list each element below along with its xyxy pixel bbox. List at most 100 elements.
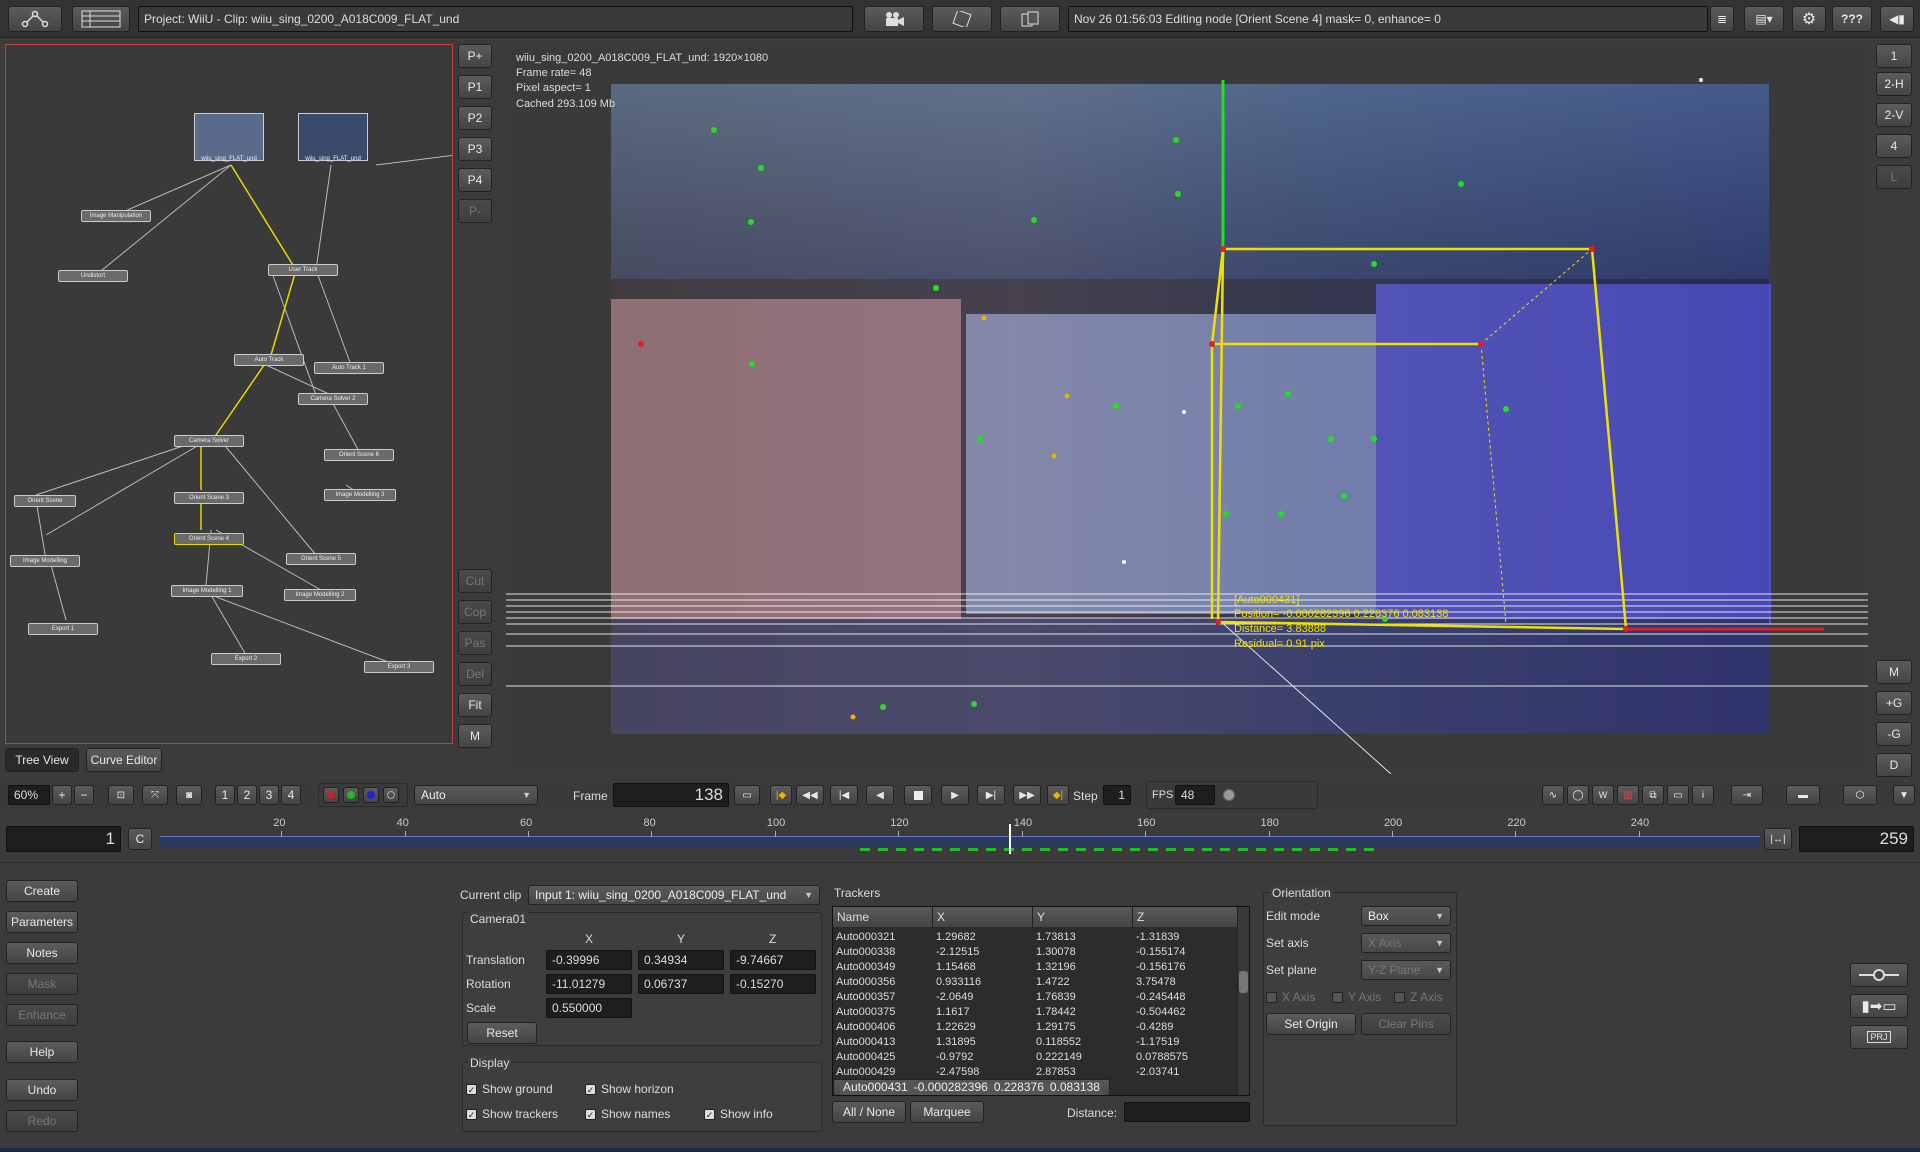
tree-side-button-10[interactable]: Del [458,662,492,686]
table-button[interactable]: ▤▾ [1744,6,1784,32]
show-frame-button[interactable]: ▭ [734,785,760,805]
table-row[interactable]: Auto000431 -0.000282396 0.228376 0.083138 [833,1079,1110,1095]
prev-key-button[interactable]: |◆ [770,785,792,805]
color-tool-button[interactable]: ▥ [1617,785,1639,805]
set-origin-button[interactable]: Set Origin [1266,1013,1356,1035]
header-z[interactable]: Z [1133,907,1239,927]
table-row[interactable]: Auto000349 1.15468 1.32196 -0.156176 [833,959,1239,974]
slider-tool-button[interactable] [1850,963,1908,987]
scale-field[interactable]: 0.550000 [546,998,632,1018]
header-name[interactable]: Name [833,907,933,927]
menu-button-parameters[interactable]: Parameters [6,911,78,933]
tree-node[interactable]: Export 1 [28,623,98,635]
tree-side-button-12[interactable]: M [458,724,492,748]
go-start-button[interactable]: |◀ [830,785,858,805]
show-trackers-checkbox[interactable]: ✓ Show trackers [466,1107,558,1121]
tree-side-button-11[interactable]: Fit [458,693,492,717]
view-button-4[interactable]: 4 [1876,134,1912,158]
view-button-3[interactable]: 2-V [1876,103,1912,127]
table-row[interactable]: Auto000357 -2.0649 1.76839 -0.245448 [833,989,1239,1004]
collapse-button[interactable]: ▼ [1893,785,1915,805]
next-key-button[interactable]: ◆| [1047,785,1069,805]
help-button[interactable]: ??? [1832,6,1872,32]
view-button-2[interactable]: 2-H [1876,72,1912,96]
tree-node[interactable]: Image Modelling 1 [171,585,243,597]
tree-side-button-2[interactable]: P1 [458,75,492,99]
fit-timeline-button[interactable]: |↔| [1764,828,1792,850]
tree-node[interactable]: Image Modelling [10,555,80,567]
tree-side-button-5[interactable]: P4 [458,168,492,192]
show-info-checkbox[interactable]: ✓ Show info [704,1107,773,1121]
table-row[interactable]: Auto000321 1.29682 1.73813 -1.31839 [833,929,1239,944]
tree-layout-button[interactable] [8,6,62,32]
tree-node[interactable]: Orient Scene 6 [324,449,394,461]
tree-node[interactable]: User Track [268,264,338,276]
tab-tree-view[interactable]: Tree View [5,748,79,772]
tree-side-button-8[interactable]: Cop [458,600,492,624]
tree-node[interactable]: Export 3 [364,661,434,673]
view-button-6[interactable]: M [1876,660,1912,684]
x-axis-checkbox[interactable]: X Axis [1266,990,1315,1004]
tree-node[interactable]: Orient Scene 4 [174,533,244,545]
view-2-button[interactable]: 2 [237,785,257,805]
tab-curve-editor[interactable]: Curve Editor [86,748,162,772]
distance-field[interactable] [1124,1102,1250,1122]
step-field[interactable]: 1 [1103,785,1131,805]
go-end-button[interactable]: ▶| [977,785,1005,805]
scroll-thumb[interactable] [1239,971,1248,993]
rotation-x-field[interactable]: -11.01279 [546,974,632,994]
marquee-button[interactable]: Marquee [910,1101,984,1123]
tree-node[interactable]: Undistort [58,270,128,282]
image-viewer[interactable]: wiiu_sing_0200_A018C009_FLAT_und: 1920×1… [506,44,1868,774]
timeline-start-field[interactable]: 1 [6,826,121,852]
menu-button-undo[interactable]: Undo [6,1079,78,1101]
set-axis-select[interactable]: X Axis ▼ [1361,933,1451,953]
table-row[interactable]: Auto000338 -2.12515 1.30078 -0.155174 [833,944,1239,959]
zoom-in-button[interactable]: + [52,785,72,805]
y-axis-checkbox[interactable]: Y Axis [1332,990,1381,1004]
link-tool-button[interactable]: ⇥ [1731,785,1763,805]
table-row[interactable]: Auto000425 -0.9792 0.222149 0.0788575 [833,1049,1239,1064]
show-ground-checkbox[interactable]: ✓ Show ground [466,1082,553,1096]
view-1-button[interactable]: 1 [215,785,235,805]
tree-side-button-9[interactable]: Pas [458,631,492,655]
copy-view-button[interactable] [1000,6,1060,32]
tree-node[interactable]: Camera Solver 2 [298,393,368,405]
tree-node[interactable]: Image Manipulation [81,210,151,222]
red-channel-button[interactable] [323,787,339,803]
circle-tool-button[interactable]: ◯ [1567,785,1589,805]
z-axis-checkbox[interactable]: Z Axis [1394,990,1443,1004]
settings-button[interactable]: ⚙ [1792,6,1826,32]
menu-button-notes[interactable]: Notes [6,942,78,964]
play-button[interactable]: ▶ [941,785,969,805]
table-row[interactable]: Auto000429 -2.47598 2.87853 -2.03741 [833,1064,1239,1079]
alpha-channel-button[interactable] [383,787,399,803]
tree-side-button-3[interactable]: P2 [458,106,492,130]
cube-tool-button[interactable]: ⬡ [1843,785,1877,805]
overlay-tool-button[interactable]: ⧉ [1642,785,1664,805]
header-x[interactable]: X [933,907,1033,927]
view-button-1[interactable]: 1 [1876,44,1912,68]
reset-button[interactable]: Reset [467,1022,537,1044]
table-row[interactable]: Auto000356 0.933116 1.4722 3.75478 [833,974,1239,989]
menu-button-enhance[interactable]: Enhance [6,1004,78,1026]
tree-node[interactable]: Orient Scene [14,495,76,507]
set-plane-select[interactable]: Y-Z Plane ▼ [1361,960,1451,980]
view-button-7[interactable]: +G [1876,691,1912,715]
menu-button-help[interactable]: Help [6,1041,78,1063]
translation-y-field[interactable]: 0.34934 [638,950,724,970]
menu-button-create[interactable]: Create [6,880,78,902]
camera-view-button[interactable] [864,6,924,32]
fps-field[interactable]: 48 [1175,785,1215,805]
rotation-z-field[interactable]: -0.15270 [730,974,816,994]
panel-tool-button[interactable]: ▬ [1786,785,1820,805]
current-clip-select[interactable]: Input 1: wiiu_sing_0200_A018C009_FLAT_un… [528,885,820,905]
tree-side-button-6[interactable]: P- [458,199,492,223]
timeline-end-field[interactable]: 259 [1799,826,1914,852]
actual-size-button[interactable]: ⤧ [142,785,168,805]
arrow-tool-button[interactable]: ▮➡▭ [1850,994,1908,1018]
export-button[interactable]: ◀▮ [1880,6,1914,32]
film-view-button[interactable] [932,6,992,32]
green-channel-button[interactable] [343,787,359,803]
list-layout-button[interactable] [72,6,130,32]
